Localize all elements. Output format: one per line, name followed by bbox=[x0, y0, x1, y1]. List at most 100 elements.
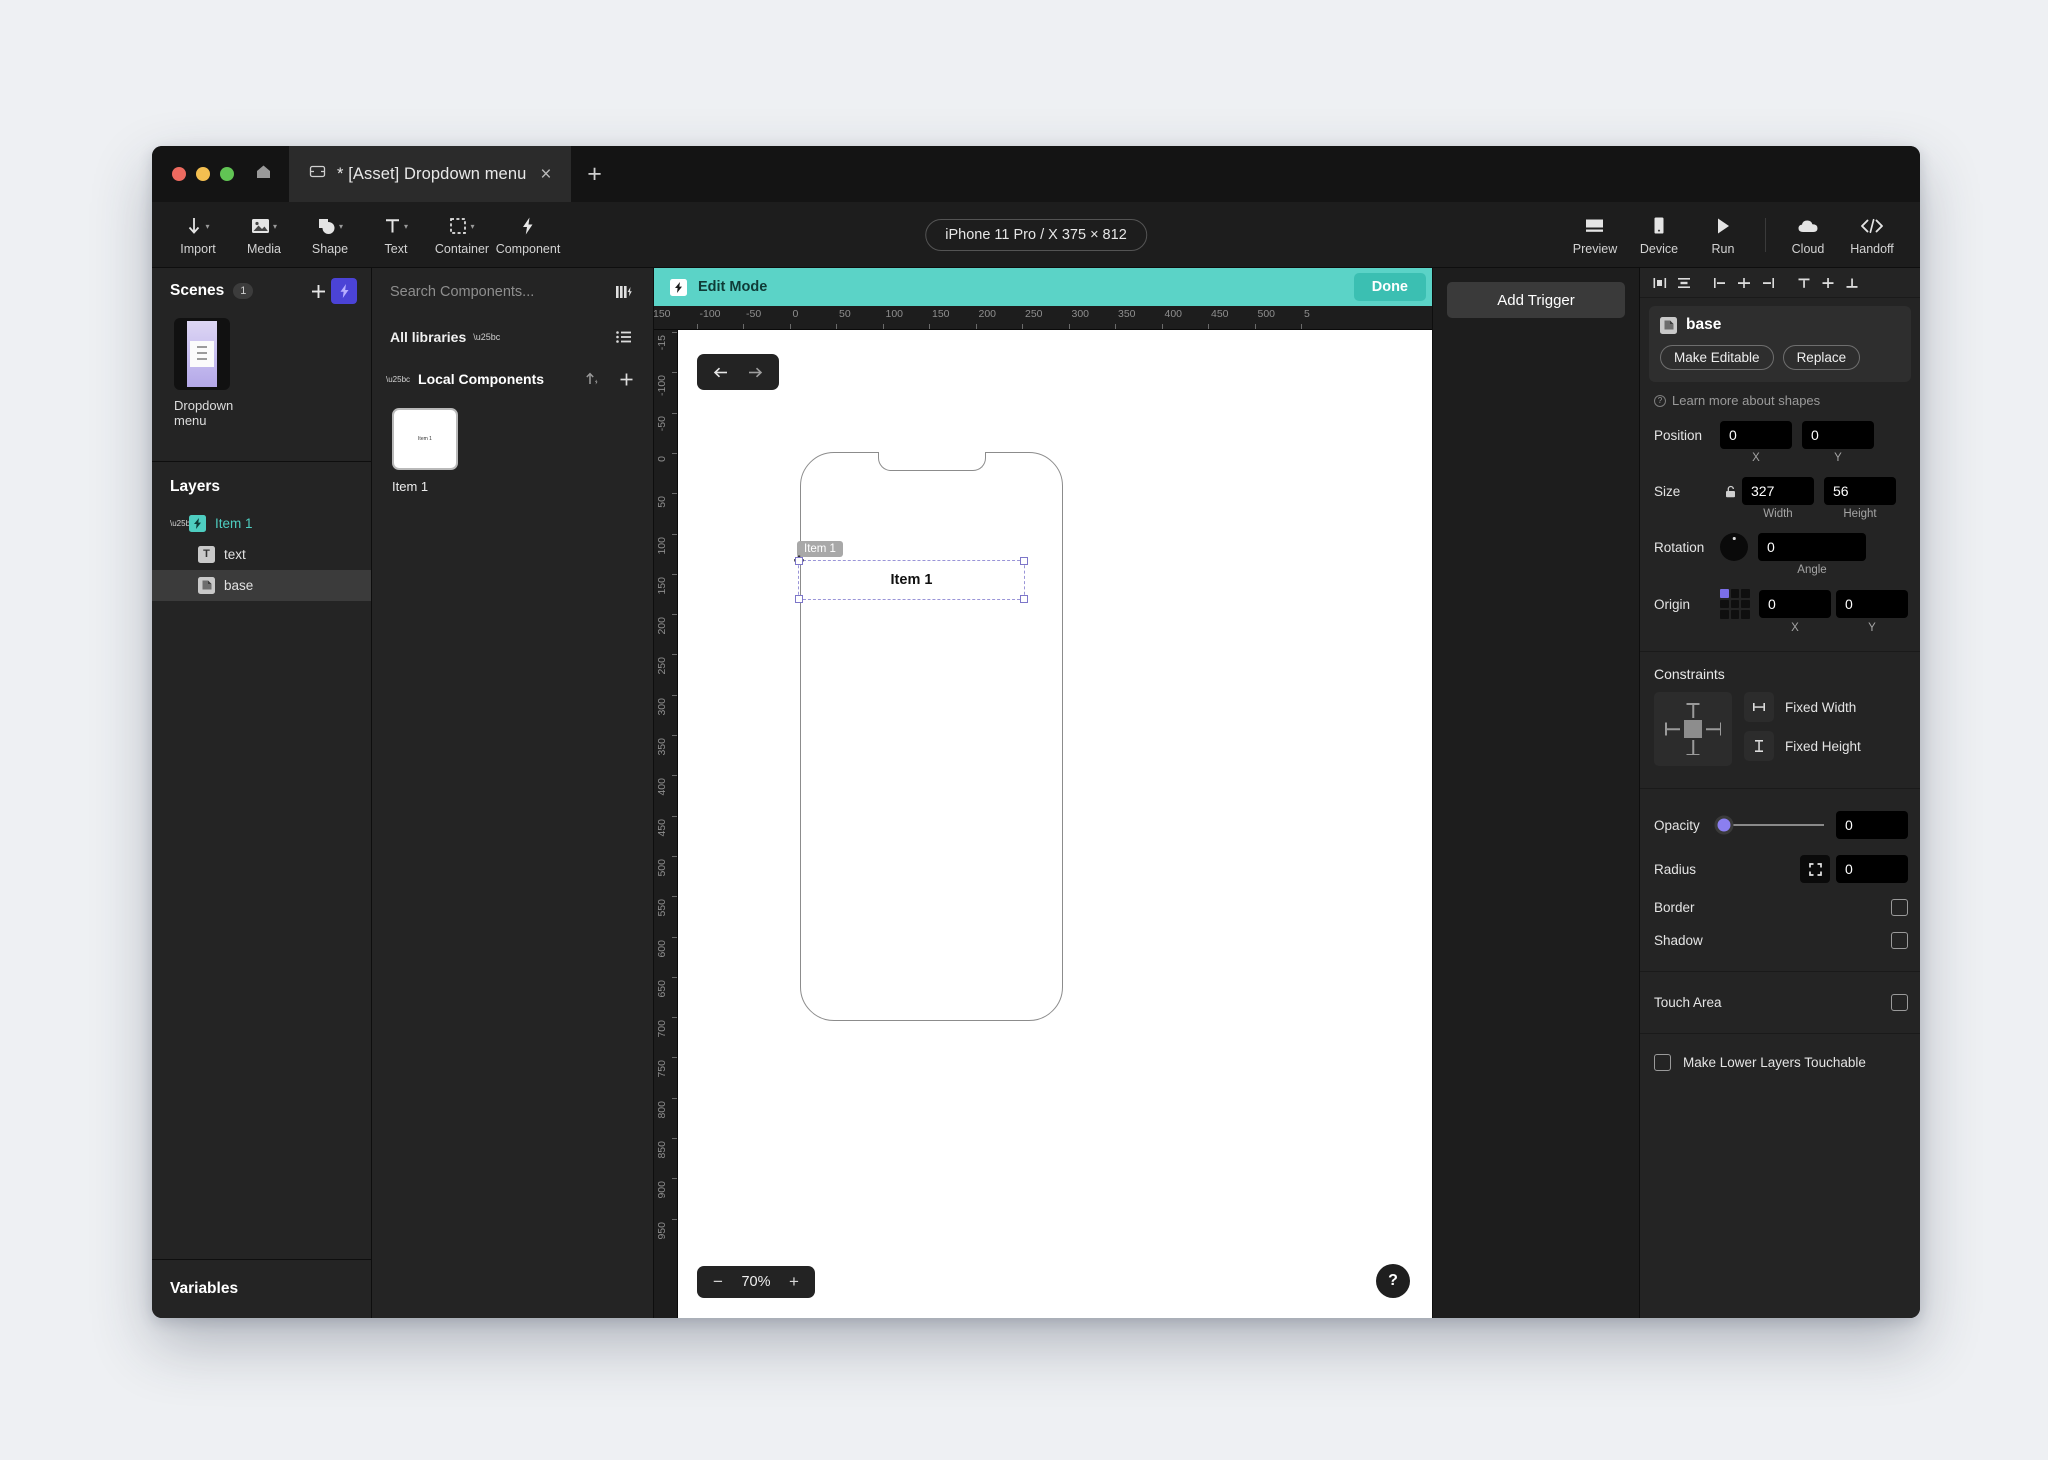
constraints-title: Constraints bbox=[1654, 666, 1725, 682]
shape-tool[interactable]: ▾ Shape bbox=[298, 205, 362, 265]
maximize-window-button[interactable] bbox=[220, 167, 234, 181]
align-bottom-icon[interactable] bbox=[1840, 270, 1863, 296]
radius-input[interactable]: 0 bbox=[1836, 855, 1908, 883]
align-left-icon[interactable] bbox=[1708, 270, 1731, 296]
touch-area-checkbox[interactable] bbox=[1891, 994, 1908, 1011]
resize-handle-bottom-right[interactable] bbox=[1020, 595, 1028, 603]
search-components-input[interactable] bbox=[390, 284, 611, 300]
align-right-icon[interactable] bbox=[1756, 270, 1779, 296]
vertical-ruler: -15 -100 -50 0 50 100 150 200 250 300 350 400 450 500… bbox=[654, 330, 678, 1318]
trigger-panel: Add Trigger bbox=[1432, 268, 1640, 1318]
list-view-icon[interactable] bbox=[611, 324, 637, 350]
zoom-out-button[interactable]: − bbox=[703, 1272, 733, 1292]
distribute-horizontal-icon[interactable] bbox=[1648, 270, 1671, 296]
device-tool[interactable]: Device bbox=[1627, 205, 1691, 265]
layer-row-base[interactable]: base bbox=[152, 569, 371, 601]
text-tool[interactable]: ▾ Text bbox=[364, 205, 428, 265]
new-tab-button[interactable]: + bbox=[571, 146, 619, 202]
constraints-row: Fixed Width Fixed Height bbox=[1640, 692, 1920, 766]
handoff-tool[interactable]: Handoff bbox=[1840, 205, 1904, 265]
make-editable-button[interactable]: Make Editable bbox=[1660, 345, 1774, 370]
scene-thumbnail[interactable] bbox=[174, 318, 230, 390]
opacity-slider-knob[interactable] bbox=[1714, 815, 1734, 835]
text-layer-icon: T bbox=[198, 545, 215, 563]
toolbar-divider bbox=[1765, 217, 1766, 252]
publish-components-icon[interactable] bbox=[579, 366, 605, 392]
cloud-tool[interactable]: Cloud bbox=[1776, 205, 1840, 265]
opacity-input[interactable]: 0 bbox=[1836, 811, 1908, 839]
home-button[interactable] bbox=[248, 146, 289, 202]
constraints-anchor-box[interactable] bbox=[1654, 692, 1732, 766]
origin-anchor-grid[interactable] bbox=[1720, 589, 1750, 619]
make-lower-layers-checkbox[interactable] bbox=[1654, 1054, 1671, 1071]
fixed-height-toggle[interactable]: Fixed Height bbox=[1744, 731, 1861, 761]
design-canvas[interactable]: Item 1 Item 1 ✚ − 70% + ? bbox=[678, 330, 1432, 1318]
component-tool[interactable]: Component bbox=[496, 205, 560, 265]
import-tool[interactable]: ▾ Import bbox=[166, 205, 230, 265]
position-y-input[interactable]: 0 bbox=[1802, 421, 1874, 449]
zoom-level[interactable]: 70% bbox=[733, 1274, 779, 1290]
document-tab[interactable]: * [Asset] Dropdown menu × bbox=[289, 146, 571, 202]
resize-handle-top-right[interactable] bbox=[1020, 557, 1028, 565]
align-center-horizontal-icon[interactable] bbox=[1732, 270, 1755, 296]
text-t-icon: ▾ bbox=[385, 219, 408, 233]
size-width-input[interactable]: 327 bbox=[1742, 477, 1814, 505]
close-window-button[interactable] bbox=[172, 167, 186, 181]
radius-corners-icon[interactable] bbox=[1800, 855, 1830, 883]
constraint-top[interactable] bbox=[1692, 703, 1694, 718]
properties-panel: base Make Editable Replace ? Learn more … bbox=[1640, 268, 1920, 1318]
chevron-down-icon: \u25bc bbox=[473, 332, 501, 342]
border-label: Border bbox=[1654, 900, 1695, 915]
shadow-checkbox[interactable] bbox=[1891, 932, 1908, 949]
help-button[interactable]: ? bbox=[1376, 1264, 1410, 1298]
resize-handle-top-left[interactable] bbox=[795, 557, 803, 565]
close-tab-icon[interactable]: × bbox=[537, 165, 554, 184]
rotation-angle-input[interactable]: 0 bbox=[1758, 533, 1866, 561]
make-lower-layers-label: Make Lower Layers Touchable bbox=[1683, 1055, 1866, 1070]
align-top-icon[interactable] bbox=[1792, 270, 1815, 296]
chevron-down-icon[interactable]: \u25bc bbox=[170, 519, 194, 528]
device-selector[interactable]: iPhone 11 Pro / X 375 × 812 bbox=[925, 218, 1147, 251]
run-tool[interactable]: Run bbox=[1691, 205, 1755, 265]
tool-group-right: Preview Device Run Cloud Handoff bbox=[1563, 205, 1904, 265]
add-component-button[interactable] bbox=[613, 366, 639, 392]
add-scene-button[interactable] bbox=[305, 278, 331, 304]
nav-forward-button[interactable] bbox=[740, 361, 770, 383]
add-trigger-button[interactable]: Add Trigger bbox=[1447, 282, 1625, 318]
zoom-in-button[interactable]: + bbox=[779, 1272, 809, 1292]
aspect-ratio-lock-icon[interactable] bbox=[1720, 484, 1742, 499]
fixed-width-toggle[interactable]: Fixed Width bbox=[1744, 692, 1861, 722]
learn-more-link[interactable]: ? Learn more about shapes bbox=[1640, 382, 1920, 408]
selected-layer-bounds[interactable]: Item 1 ✚ bbox=[794, 554, 1028, 603]
edit-mode-done-button[interactable]: Done bbox=[1353, 273, 1426, 301]
libraries-selector[interactable]: All libraries \u25bc bbox=[372, 316, 653, 358]
component-tile-item1[interactable]: Item 1 bbox=[392, 408, 458, 470]
opacity-slider[interactable] bbox=[1714, 815, 1824, 835]
resize-handle-bottom-left[interactable] bbox=[795, 595, 803, 603]
constraint-left[interactable] bbox=[1665, 728, 1680, 730]
replace-button[interactable]: Replace bbox=[1782, 345, 1861, 370]
layer-row-item1[interactable]: \u25bc Item 1 bbox=[152, 508, 371, 539]
minimize-window-button[interactable] bbox=[196, 167, 210, 181]
local-components-group[interactable]: \u25bc Local Components bbox=[372, 358, 653, 400]
distribute-vertical-icon[interactable] bbox=[1672, 270, 1695, 296]
preview-tool[interactable]: Preview bbox=[1563, 205, 1627, 265]
media-tool[interactable]: ▾ Media bbox=[232, 205, 296, 265]
image-icon: ▾ bbox=[251, 214, 277, 239]
components-panel: All libraries \u25bc \u25bc Local Compon… bbox=[372, 268, 654, 1318]
size-height-input[interactable]: 56 bbox=[1824, 477, 1896, 505]
origin-x-input[interactable]: 0 bbox=[1759, 590, 1831, 618]
rotation-dial[interactable] bbox=[1720, 533, 1748, 561]
border-checkbox[interactable] bbox=[1891, 899, 1908, 916]
align-middle-icon[interactable] bbox=[1816, 270, 1839, 296]
nav-back-button[interactable] bbox=[706, 361, 736, 383]
origin-y-input[interactable]: 0 bbox=[1836, 590, 1908, 618]
variables-title[interactable]: Variables bbox=[152, 1260, 371, 1318]
layer-row-text[interactable]: T text bbox=[152, 539, 371, 570]
component-library-icon[interactable] bbox=[611, 279, 637, 305]
component-grid: Item 1 Item 1 bbox=[372, 400, 653, 494]
container-tool[interactable]: ▾ Container bbox=[430, 205, 494, 265]
scene-interactions-button[interactable] bbox=[331, 278, 357, 304]
size-sublabels: Width Height bbox=[1640, 508, 1920, 520]
position-x-input[interactable]: 0 bbox=[1720, 421, 1792, 449]
